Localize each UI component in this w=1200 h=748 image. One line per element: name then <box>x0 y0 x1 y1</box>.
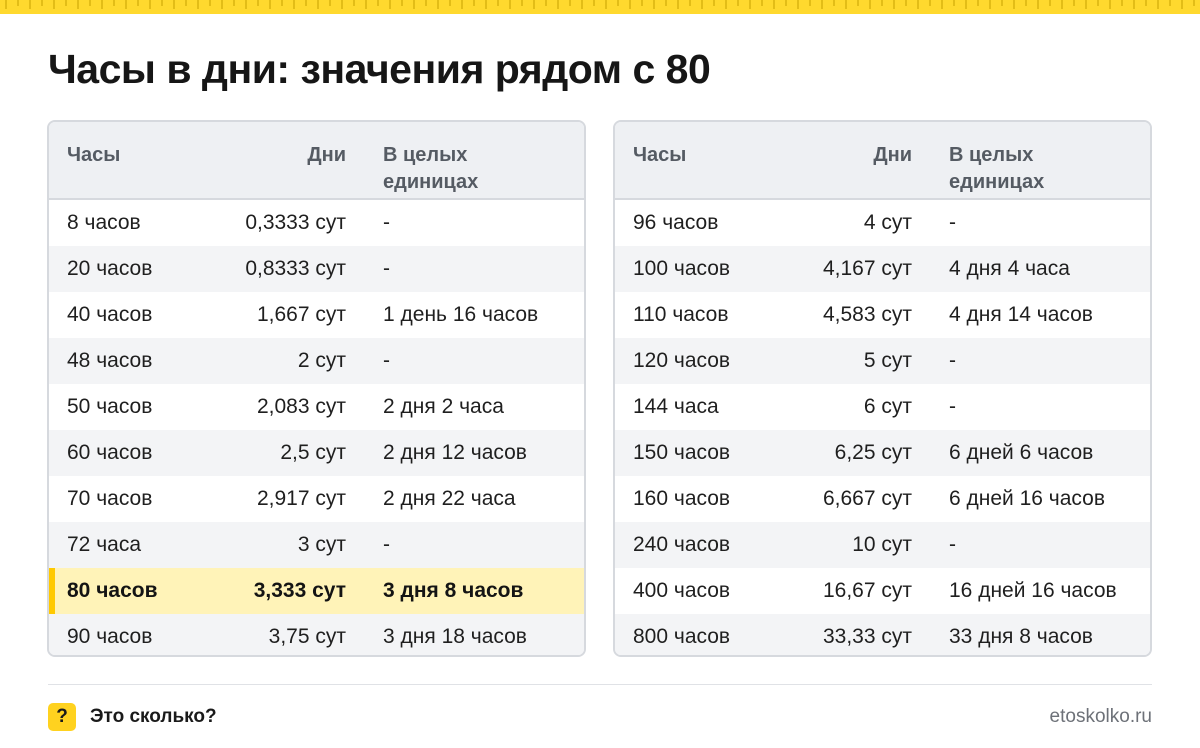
cell-days: 6,667 сут <box>822 487 912 510</box>
table-row: 40 часов 1,667 сут 1 день 16 часов <box>49 292 584 338</box>
cell-whole: 4 дня 14 часов <box>949 303 1093 326</box>
brand-name[interactable]: Это сколько? <box>90 704 217 730</box>
ruler-strip <box>0 0 1200 14</box>
column-header-hours: Часы <box>633 144 687 166</box>
cell-hours: 60 часов <box>67 441 153 464</box>
cell-whole: - <box>949 395 956 418</box>
table-header: Часы Дни В целых единицах <box>615 122 1150 200</box>
cell-hours: 20 часов <box>67 257 153 280</box>
cell-whole: - <box>383 211 390 234</box>
table-row: 72 часа 3 сут - <box>49 522 584 568</box>
cell-days: 3 сут <box>297 533 346 556</box>
table-row: 8 часов 0,3333 сут - <box>49 200 584 246</box>
cell-hours: 100 часов <box>633 257 731 280</box>
cell-whole: 1 день 16 часов <box>383 303 539 326</box>
table-row: 110 часов 4,583 сут 4 дня 14 часов <box>615 292 1150 338</box>
cell-whole: 4 дня 4 часа <box>949 257 1070 280</box>
table-row: 50 часов 2,083 сут 2 дня 2 часа <box>49 384 584 430</box>
table-row: 120 часов 5 сут - <box>615 338 1150 384</box>
table-row: 60 часов 2,5 сут 2 дня 12 часов <box>49 430 584 476</box>
cell-hours: 70 часов <box>67 487 153 510</box>
table-row: 400 часов 16,67 сут 16 дней 16 часов <box>615 568 1150 614</box>
cell-whole: 3 дня 18 часов <box>383 625 527 648</box>
table-right: Часы Дни В целых единицах 96 часов 4 сут -… <box>613 120 1152 657</box>
table-row: 96 часов 4 сут - <box>615 200 1150 246</box>
cell-days: 2 сут <box>297 349 346 372</box>
cell-days: 4,583 сут <box>822 303 912 326</box>
cell-days: 0,8333 сут <box>245 257 346 280</box>
table-row: 800 часов 33,33 сут 33 дня 8 часов <box>615 614 1150 655</box>
cell-days: 6 сут <box>863 395 912 418</box>
cell-hours: 50 часов <box>67 395 153 418</box>
cell-days: 1,667 сут <box>256 303 346 326</box>
site-url-link[interactable]: etoskolko.ru <box>1050 704 1152 730</box>
cell-hours: 160 часов <box>633 487 731 510</box>
table-row: 90 часов 3,75 сут 3 дня 18 часов <box>49 614 584 655</box>
cell-hours: 90 часов <box>67 625 153 648</box>
cell-whole: 16 дней 16 часов <box>949 579 1117 602</box>
cell-days: 4 сут <box>863 211 912 234</box>
page-title: Часы в дни: значения рядом с 80 <box>48 46 711 92</box>
cell-days: 2,917 сут <box>256 487 346 510</box>
cell-whole: - <box>949 533 956 556</box>
table-row: 144 часа 6 сут - <box>615 384 1150 430</box>
cell-hours: 80 часов <box>67 579 158 602</box>
table-row: 160 часов 6,667 сут 6 дней 16 часов <box>615 476 1150 522</box>
cell-days: 2,083 сут <box>256 395 346 418</box>
cell-days: 0,3333 сут <box>245 211 346 234</box>
cell-days: 6,25 сут <box>834 441 912 464</box>
cell-hours: 8 часов <box>67 211 141 234</box>
cell-days: 4,167 сут <box>822 257 912 280</box>
table-body: 96 часов 4 сут - 100 часов 4,167 сут 4 дня 4 … <box>615 200 1150 655</box>
cell-whole: 2 дня 2 часа <box>383 395 504 418</box>
ruler-ticks <box>5 0 1195 9</box>
cell-whole: 6 дней 6 часов <box>949 441 1094 464</box>
cell-whole: - <box>383 533 390 556</box>
column-header-whole: В целых единицах <box>383 144 479 193</box>
cell-hours: 150 часов <box>633 441 731 464</box>
cell-hours: 800 часов <box>633 625 731 648</box>
table-row: 150 часов 6,25 сут 6 дней 6 часов <box>615 430 1150 476</box>
cell-days: 16,67 сут <box>822 579 912 602</box>
cell-whole: 2 дня 22 часа <box>383 487 516 510</box>
table-row: 20 часов 0,8333 сут - <box>49 246 584 292</box>
table-row: 70 часов 2,917 сут 2 дня 22 часа <box>49 476 584 522</box>
table-row: 48 часов 2 сут - <box>49 338 584 384</box>
cell-days: 33,33 сут <box>822 625 912 648</box>
column-header-hours: Часы <box>67 144 121 166</box>
cell-hours: 40 часов <box>67 303 153 326</box>
table-row-highlighted: 80 часов 3,333 сут 3 дня 8 часов <box>49 568 584 614</box>
table-row: 100 часов 4,167 сут 4 дня 4 часа <box>615 246 1150 292</box>
cell-whole: 6 дней 16 часов <box>949 487 1105 510</box>
cell-whole: - <box>383 349 390 372</box>
cell-whole: - <box>949 349 956 372</box>
cell-hours: 240 часов <box>633 533 731 556</box>
question-mark-icon: ? <box>48 703 76 731</box>
table-left: Часы Дни В целых единицах 8 часов 0,3333 … <box>47 120 586 657</box>
cell-whole: 2 дня 12 часов <box>383 441 527 464</box>
footer-divider <box>48 684 1152 685</box>
cell-hours: 48 часов <box>67 349 153 372</box>
cell-hours: 72 часа <box>67 533 141 556</box>
table-header: Часы Дни В целых единицах <box>49 122 584 200</box>
cell-whole: 3 дня 8 часов <box>383 579 524 602</box>
column-header-days: Дни <box>873 144 912 166</box>
table-row: 240 часов 10 сут - <box>615 522 1150 568</box>
cell-days: 3,333 сут <box>253 579 346 602</box>
cell-whole: - <box>949 211 956 234</box>
cell-whole: 33 дня 8 часов <box>949 625 1093 648</box>
cell-days: 2,5 сут <box>280 441 346 464</box>
cell-days: 3,75 сут <box>268 625 346 648</box>
cell-whole: - <box>383 257 390 280</box>
cell-hours: 400 часов <box>633 579 731 602</box>
cell-days: 5 сут <box>863 349 912 372</box>
table-body: 8 часов 0,3333 сут - 20 часов 0,8333 сут - 40 … <box>49 200 584 655</box>
cell-hours: 110 часов <box>633 303 729 326</box>
cell-hours: 96 часов <box>633 211 719 234</box>
cell-hours: 120 часов <box>633 349 731 372</box>
column-header-whole: В целых единицах <box>949 144 1045 193</box>
cell-hours: 144 часа <box>633 395 719 418</box>
column-header-days: Дни <box>307 144 346 166</box>
cell-days: 10 сут <box>852 533 912 556</box>
